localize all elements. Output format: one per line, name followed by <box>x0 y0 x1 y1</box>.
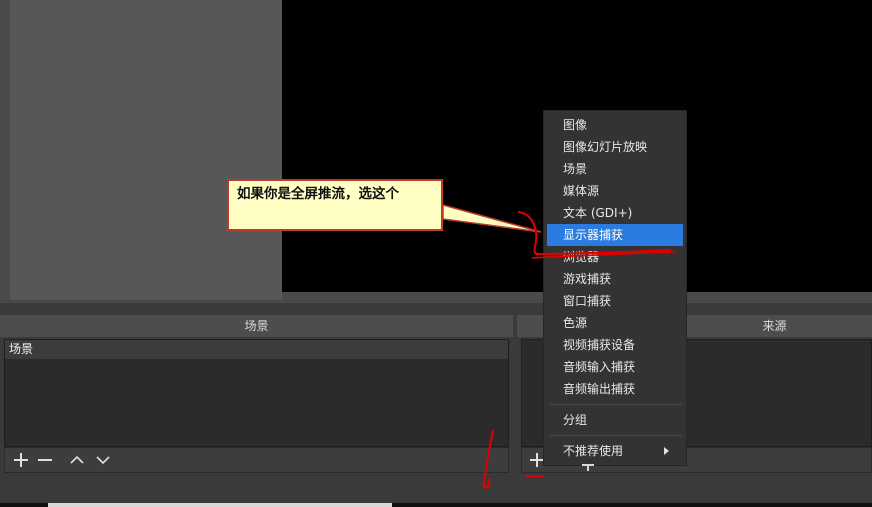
menu-item-text-gdi[interactable]: 文本 (GDI+) <box>547 202 683 224</box>
menu-item-image[interactable]: 图像 <box>547 114 683 136</box>
menu-item-browser[interactable]: 浏览器 <box>547 246 683 268</box>
remove-scene-button[interactable] <box>35 451 55 471</box>
plus-icon <box>14 453 28 467</box>
menu-separator <box>550 404 682 405</box>
menu-item-video-capture-device[interactable]: 视频捕获设备 <box>547 334 683 356</box>
scenes-dock-title: 场景 <box>0 315 513 337</box>
menu-item-display-capture[interactable]: 显示器捕获 <box>547 224 683 246</box>
menu-item-audio-input-capture[interactable]: 音频输入捕获 <box>547 356 683 378</box>
chevron-down-icon <box>96 456 110 465</box>
add-source-context-menu: 图像 图像幻灯片放映 场景 媒体源 文本 (GDI+) 显示器捕获 浏览器 游戏… <box>543 110 687 466</box>
preview-side-panel <box>10 0 282 300</box>
annotation-callout: 如果你是全屏推流，选这个 <box>227 179 443 231</box>
minus-icon <box>38 459 52 461</box>
menu-item-image-slideshow[interactable]: 图像幻灯片放映 <box>547 136 683 158</box>
menu-item-scene[interactable]: 场景 <box>547 158 683 180</box>
move-scene-down-button[interactable] <box>93 451 113 471</box>
submenu-arrow-icon <box>664 447 669 455</box>
status-bar-segment <box>48 503 392 507</box>
move-scene-up-button[interactable] <box>67 451 87 471</box>
menu-item-deprecated-label: 不推荐使用 <box>563 444 624 458</box>
menu-item-media-source[interactable]: 媒体源 <box>547 180 683 202</box>
menu-item-group[interactable]: 分组 <box>547 409 683 431</box>
add-scene-button[interactable] <box>11 451 31 471</box>
menu-item-window-capture[interactable]: 窗口捕获 <box>547 290 683 312</box>
scene-list-item[interactable]: 场景 <box>5 340 508 359</box>
menu-item-game-capture[interactable]: 游戏捕获 <box>547 268 683 290</box>
menu-separator <box>550 435 682 436</box>
menu-item-deprecated[interactable]: 不推荐使用 <box>547 440 683 462</box>
scenes-toolbar <box>4 447 509 473</box>
menu-item-audio-output-capture[interactable]: 音频输出捕获 <box>547 378 683 400</box>
chevron-up-icon <box>70 455 84 464</box>
menu-item-color-source[interactable]: 色源 <box>547 312 683 334</box>
